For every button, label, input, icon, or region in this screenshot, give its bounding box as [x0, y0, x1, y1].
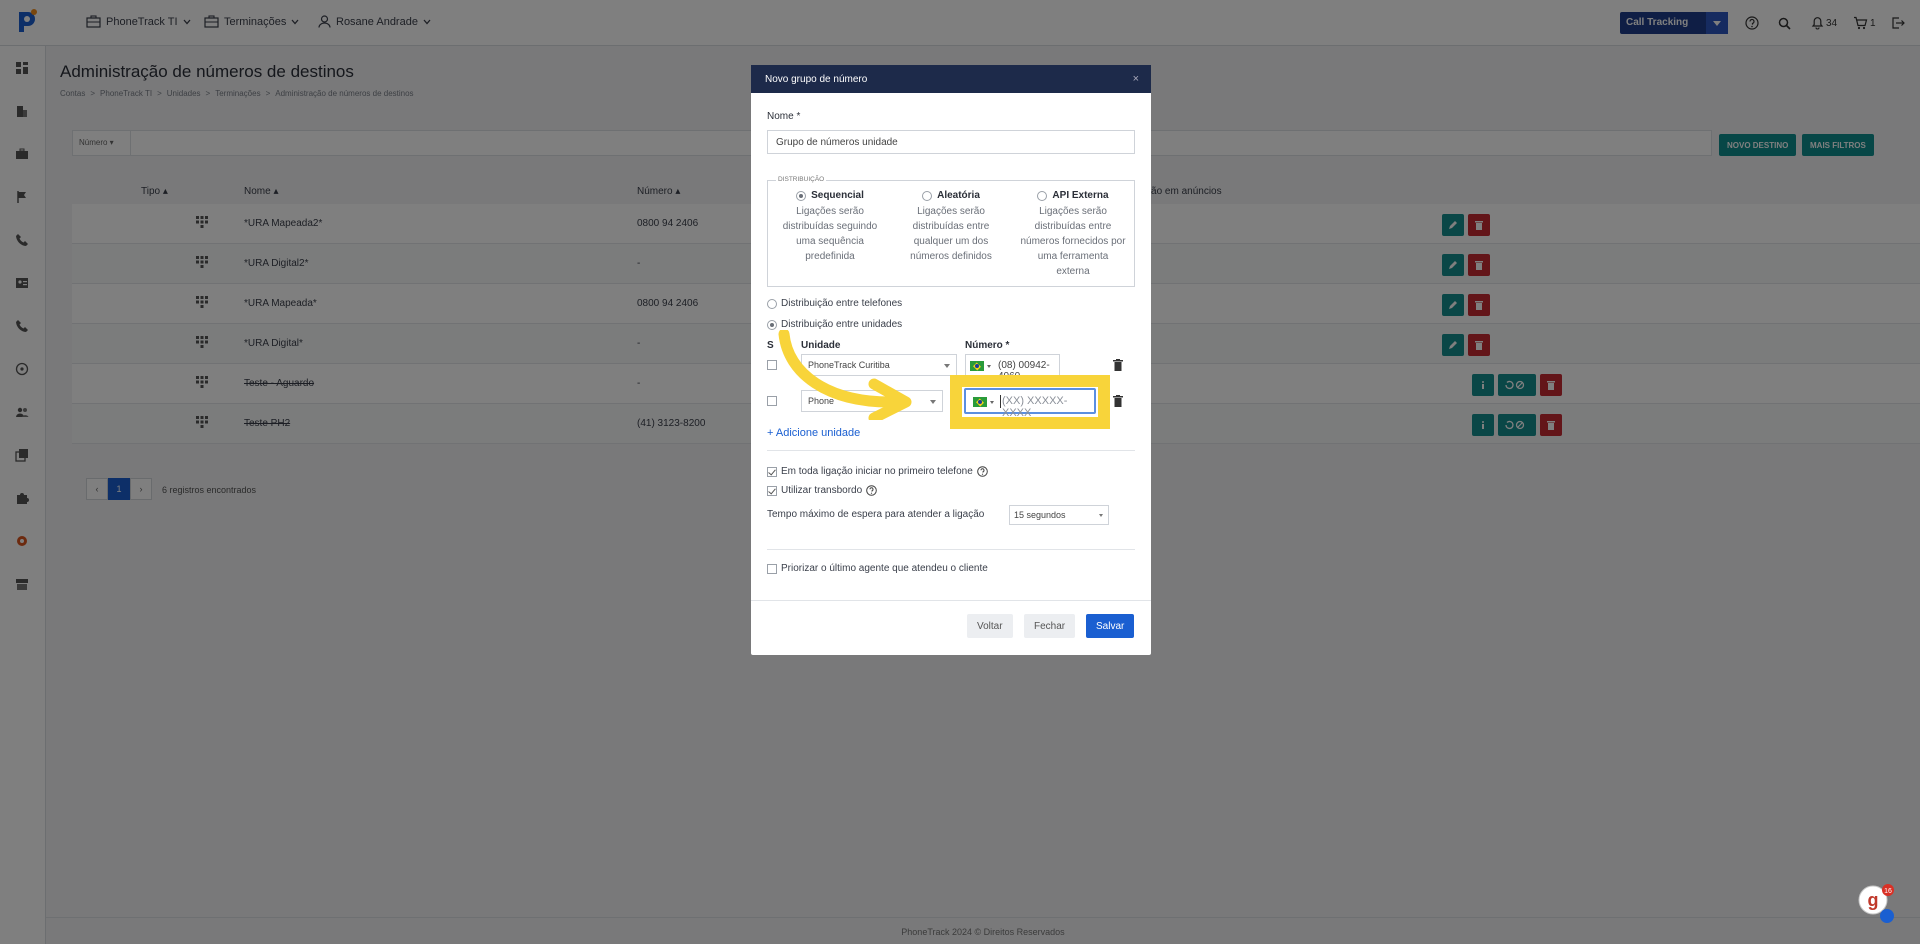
divider — [751, 600, 1151, 601]
radio-dist-phones[interactable] — [767, 298, 777, 309]
distribution-legend: DISTRIBUIÇÃO — [776, 176, 827, 183]
dist-units-label: Distribuição entre unidades — [781, 319, 903, 330]
distribution-group: DISTRIBUIÇÃO Sequencial Ligações serão d… — [767, 176, 1135, 287]
radio-dist-units[interactable] — [767, 319, 777, 330]
phone-number-input[interactable]: (08) 00942-4060 — [965, 354, 1060, 382]
name-input[interactable]: Grupo de números unidade — [767, 130, 1135, 154]
radio-random[interactable] — [922, 190, 933, 201]
dist-phones-label: Distribuição entre telefones — [781, 298, 903, 309]
help-icon[interactable] — [866, 485, 877, 496]
name-label: Nome * — [767, 111, 801, 122]
distribution-option-title: Sequencial — [811, 190, 864, 201]
prioritize-agent-option[interactable]: Priorizar o último agente que atendeu o … — [767, 563, 988, 574]
widget-badge: 16 — [1884, 888, 1892, 895]
radio-api[interactable] — [1037, 190, 1048, 201]
max-wait-select[interactable]: 15 segundos — [1009, 505, 1109, 525]
save-button[interactable]: Salvar — [1086, 614, 1135, 638]
prioritize-agent-label: Priorizar o último agente que atendeu o … — [781, 563, 988, 574]
radio-sequential[interactable] — [796, 190, 807, 201]
col-number-label: Número * — [965, 340, 1010, 351]
overflow-option[interactable]: Utilizar transbordo — [767, 485, 877, 496]
close-button[interactable]: Fechar — [1024, 614, 1076, 638]
phone-placeholder: (XX) XXXXX-XXXX — [1002, 395, 1068, 419]
dist-phones-option[interactable]: Distribuição entre telefones — [767, 298, 902, 309]
distribution-option-desc: Ligações serão distribuídas seguindo uma… — [782, 206, 878, 262]
trash-icon[interactable] — [1113, 395, 1123, 407]
distribution-option-sequential[interactable]: Sequencial Ligações serão distribuídas s… — [777, 190, 883, 264]
svg-text:g: g — [1868, 890, 1879, 910]
modal-title: Novo grupo de número — [765, 74, 868, 85]
max-wait-label: Tempo máximo de espera para atender a li… — [767, 509, 985, 520]
distribution-option-random[interactable]: Aleatória Ligações serão distribuídas en… — [898, 190, 1004, 264]
add-unit-link[interactable]: + Adicione unidade — [767, 427, 860, 439]
distribution-option-desc: Ligações serão distribuídas entre qualqu… — [910, 206, 992, 262]
close-icon[interactable]: × — [1133, 73, 1139, 85]
new-phone-number-input[interactable]: (XX) XXXXX-XXXX — [964, 388, 1096, 419]
distribution-option-api[interactable]: API Externa Ligações serão distribuídas … — [1020, 190, 1126, 279]
first-phone-option[interactable]: Em toda ligação iniciar no primeiro tele… — [767, 466, 988, 477]
divider — [767, 549, 1135, 550]
distribution-option-title: Aleatória — [937, 190, 980, 201]
brazil-flag-icon[interactable] — [973, 397, 987, 407]
divider — [767, 450, 1135, 451]
overflow-label: Utilizar transbordo — [781, 485, 863, 496]
prioritize-agent-checkbox[interactable] — [767, 563, 777, 574]
tutorial-arrow-icon — [778, 330, 912, 420]
text-cursor — [1000, 395, 1001, 408]
dist-units-option[interactable]: Distribuição entre unidades — [767, 319, 902, 330]
modal-header: Novo grupo de número × — [751, 65, 1151, 93]
back-button[interactable]: Voltar — [967, 614, 1013, 638]
chevron-down-icon — [990, 401, 994, 404]
distribution-option-title: API Externa — [1052, 190, 1109, 201]
distribution-option-desc: Ligações serão distribuídas entre número… — [1020, 206, 1126, 277]
chevron-down-icon — [987, 365, 991, 368]
trash-icon[interactable] — [1113, 359, 1123, 371]
support-chat-icon[interactable]: g 16 — [1855, 884, 1895, 924]
help-icon[interactable] — [976, 466, 988, 477]
overflow-checkbox[interactable] — [767, 485, 777, 496]
brazil-flag-icon[interactable] — [970, 361, 984, 371]
first-phone-checkbox[interactable] — [767, 466, 777, 477]
first-phone-label: Em toda ligação iniciar no primeiro tele… — [781, 466, 973, 477]
